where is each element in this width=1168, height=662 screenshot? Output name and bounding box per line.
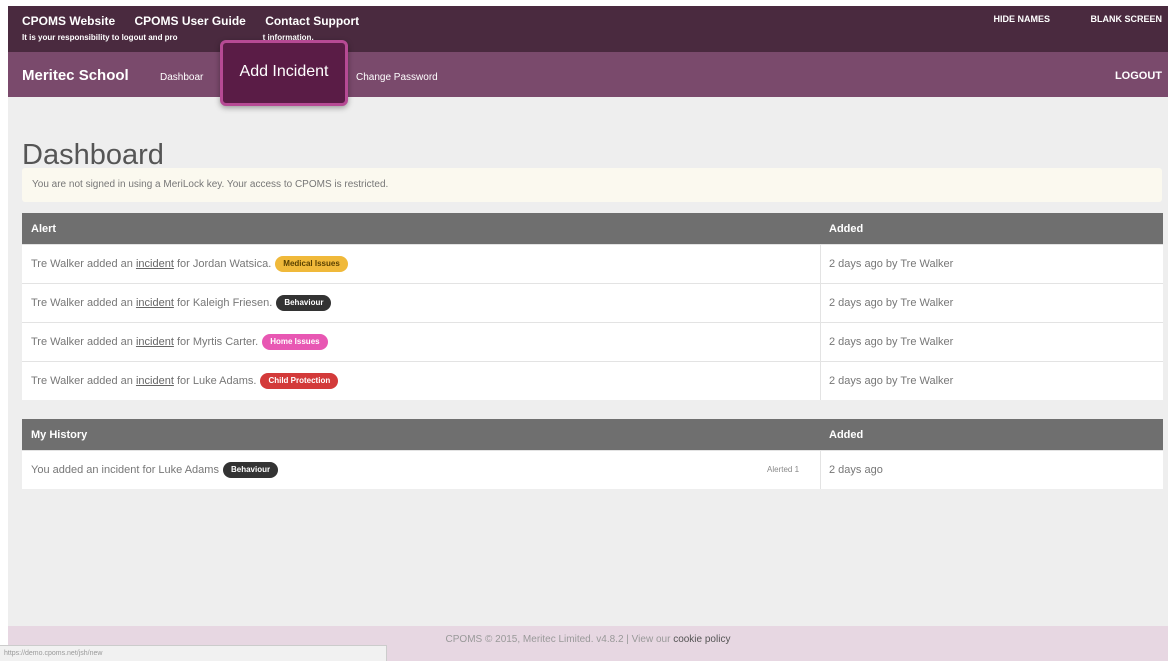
alert-suffix: for Myrtis Carter. bbox=[173, 336, 259, 348]
top-links: CPOMS Website CPOMS User Guide Contact S… bbox=[22, 14, 375, 28]
blank-screen-button[interactable]: BLANK SCREEN bbox=[1090, 14, 1162, 24]
history-table: My History Added You added an incident f… bbox=[22, 419, 1163, 489]
hide-names-button[interactable]: HIDE NAMES bbox=[993, 14, 1050, 24]
cookie-policy-link[interactable]: cookie policy bbox=[673, 634, 730, 645]
added-cell: 2 days ago by Tre Walker bbox=[829, 336, 954, 348]
school-name: Meritec School bbox=[22, 67, 129, 84]
history-description: You added an incident for Luke Adams bbox=[31, 464, 219, 476]
alert-text: Tre Walker added an incident for Myrtis … bbox=[31, 323, 328, 361]
cpoms-website-link[interactable]: CPOMS Website bbox=[22, 14, 115, 28]
alerted-count: Alerted 1 bbox=[767, 465, 800, 474]
table-row: Tre Walker added an incident for Kaleigh… bbox=[22, 283, 1163, 322]
table-row: Tre Walker added an incident for Myrtis … bbox=[22, 322, 1163, 361]
incident-link[interactable]: incident bbox=[136, 375, 174, 387]
added-column-header: Added bbox=[829, 223, 864, 235]
contact-support-link[interactable]: Contact Support bbox=[265, 14, 359, 28]
table-row: Tre Walker added an incident for Luke Ad… bbox=[22, 361, 1163, 400]
history-header: My History Added bbox=[22, 419, 1163, 450]
logout-button[interactable]: LOGOUT bbox=[1115, 70, 1162, 82]
column-divider bbox=[820, 284, 821, 322]
app-frame: CPOMS Website CPOMS User Guide Contact S… bbox=[8, 6, 1168, 661]
alert-prefix: Tre Walker added an bbox=[31, 336, 136, 348]
alert-text: Tre Walker added an incident for Jordan … bbox=[31, 245, 348, 283]
added-cell: 2 days ago by Tre Walker bbox=[829, 297, 954, 309]
alert-prefix: Tre Walker added an bbox=[31, 297, 136, 309]
alert-text: Tre Walker added an incident for Kaleigh… bbox=[31, 284, 332, 322]
add-incident-button[interactable]: Add Incident bbox=[220, 40, 348, 106]
added-column-header: Added bbox=[829, 429, 864, 441]
user-guide-link[interactable]: CPOMS User Guide bbox=[134, 14, 245, 28]
column-divider bbox=[820, 323, 821, 361]
incident-link[interactable]: incident bbox=[136, 258, 174, 270]
category-badge: Behaviour bbox=[222, 462, 279, 479]
added-cell: 2 days ago bbox=[829, 464, 883, 476]
nav-change-password[interactable]: Change Password bbox=[356, 72, 438, 83]
alert-text: Tre Walker added an incident for Luke Ad… bbox=[31, 362, 339, 400]
category-badge: Child Protection bbox=[260, 373, 339, 390]
alert-prefix: Tre Walker added an bbox=[31, 375, 136, 387]
column-divider bbox=[820, 362, 821, 400]
top-right-actions: HIDE NAMES BLANK SCREEN bbox=[955, 14, 1162, 24]
added-cell: 2 days ago by Tre Walker bbox=[829, 258, 954, 270]
alerts-header: Alert Added bbox=[22, 213, 1163, 244]
incident-link[interactable]: incident bbox=[136, 297, 174, 309]
browser-status-bar: https://demo.cpoms.net/jsh/new bbox=[0, 645, 387, 661]
history-column-header: My History bbox=[31, 429, 88, 441]
nav-dashboard[interactable]: Dashboar bbox=[160, 72, 218, 83]
column-divider bbox=[820, 245, 821, 283]
column-divider bbox=[820, 451, 821, 489]
merilock-notice: You are not signed in using a MeriLock k… bbox=[22, 168, 1162, 202]
category-badge: Home Issues bbox=[262, 334, 328, 351]
footer-copyright: CPOMS © 2015, Meritec Limited. v4.8.2 | … bbox=[445, 634, 674, 645]
history-text: You added an incident for Luke Adams Beha… bbox=[31, 451, 279, 489]
disclaimer-start: It is your responsibility to logout and … bbox=[22, 33, 178, 42]
table-row: Tre Walker added an incident for Jordan … bbox=[22, 244, 1163, 283]
alert-suffix: for Luke Adams. bbox=[173, 375, 257, 387]
alert-column-header: Alert bbox=[31, 223, 57, 235]
incident-link[interactable]: incident bbox=[136, 336, 174, 348]
category-badge: Behaviour bbox=[276, 295, 332, 312]
top-bar: CPOMS Website CPOMS User Guide Contact S… bbox=[8, 6, 1168, 52]
alert-suffix: for Kaleigh Friesen. bbox=[173, 297, 273, 309]
added-cell: 2 days ago by Tre Walker bbox=[829, 375, 954, 387]
main-nav: Meritec School Dashboar Change Password … bbox=[8, 52, 1168, 97]
alert-suffix: for Jordan Watsica. bbox=[173, 258, 272, 270]
table-row: You added an incident for Luke Adams Beha… bbox=[22, 450, 1163, 489]
alert-prefix: Tre Walker added an bbox=[31, 258, 136, 270]
category-badge: Medical Issues bbox=[275, 256, 348, 273]
alerts-table: Alert Added Tre Walker added an incident… bbox=[22, 213, 1163, 400]
